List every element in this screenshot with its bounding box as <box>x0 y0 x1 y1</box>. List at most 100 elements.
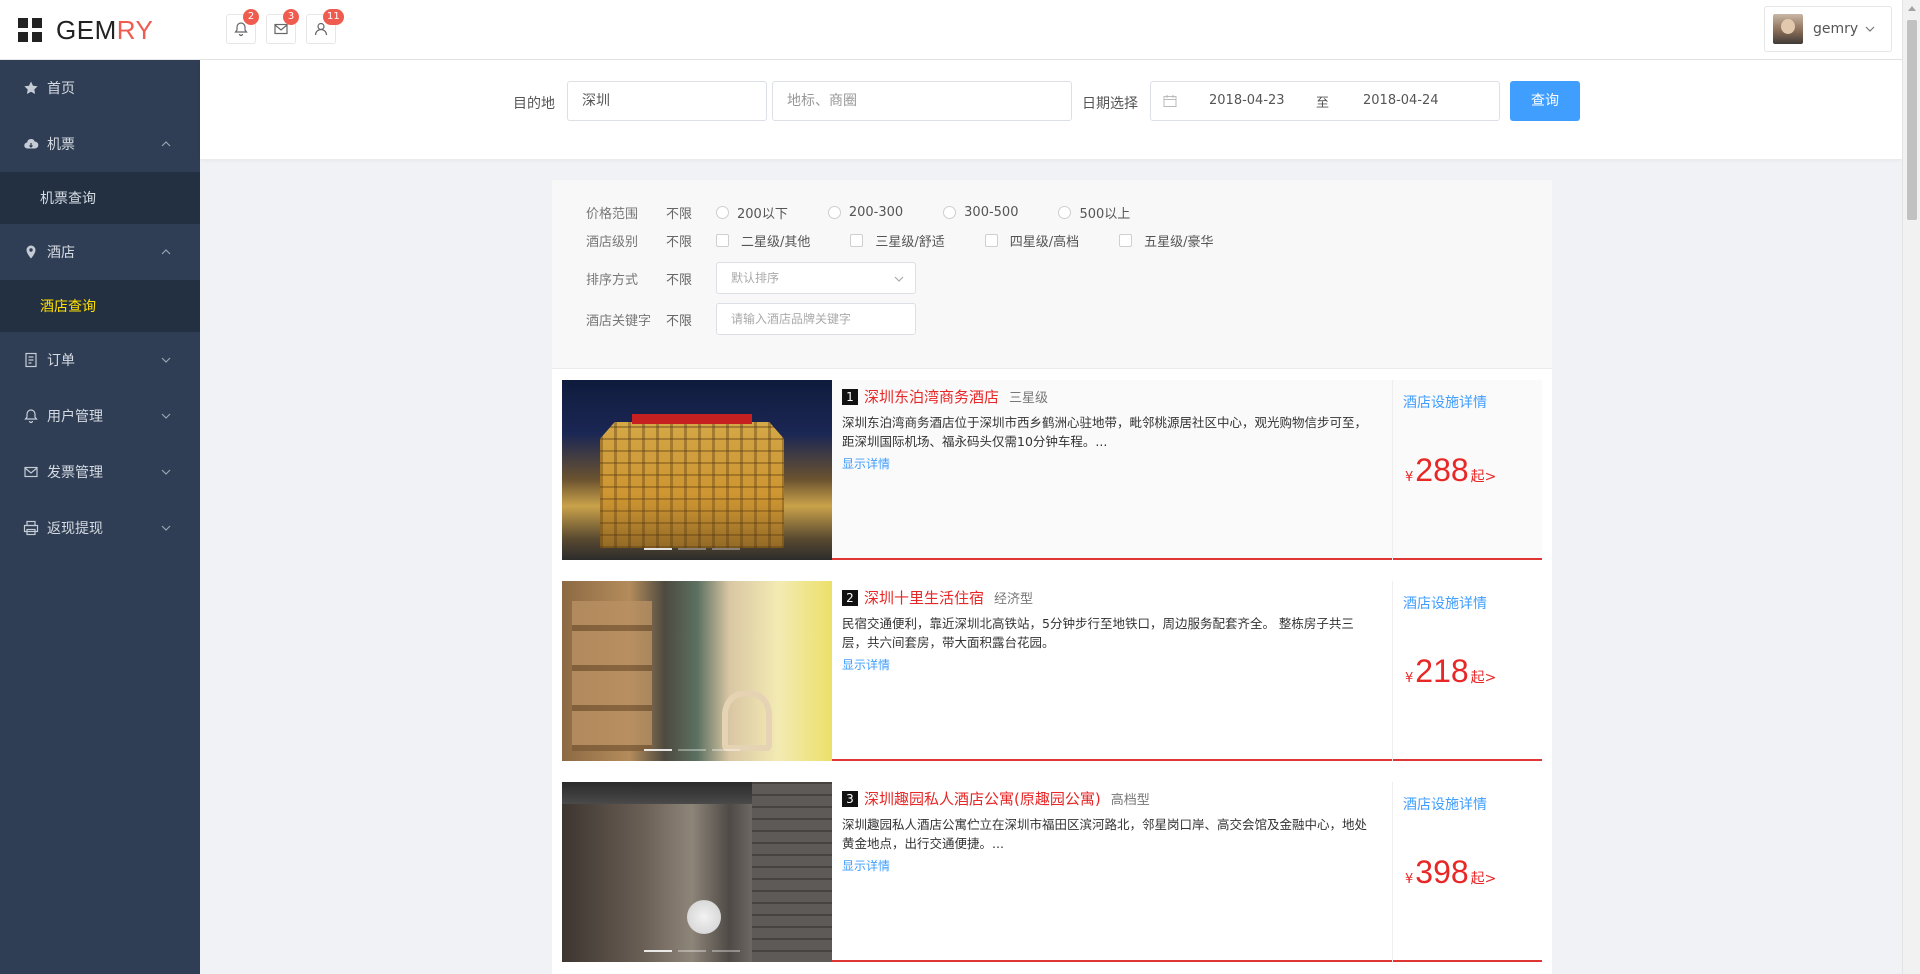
price-filter-any[interactable]: 不限 <box>666 203 716 222</box>
hotel-info: 2 深圳十里生活住宿 经济型 民宿交通便利，靠近深圳北高铁站，5分钟步行至地铁口… <box>842 587 1382 673</box>
hotel-facilities-link[interactable]: 酒店设施详情 <box>1403 392 1487 412</box>
sidebar-item-flights[interactable]: 机票 <box>0 116 200 172</box>
carousel-indicator[interactable] <box>644 548 746 550</box>
hotel-title: 1 深圳东泊湾商务酒店 三星级 <box>842 386 1382 407</box>
checkbox[interactable] <box>716 233 729 247</box>
price-option[interactable]: 500以上 <box>1058 203 1130 222</box>
currency-symbol: ¥ <box>1405 872 1414 887</box>
destination-input[interactable]: 深圳 <box>567 81 767 121</box>
hotel-price[interactable]: ¥ 218 起> <box>1405 653 1496 690</box>
level-filter-any[interactable]: 不限 <box>666 231 716 250</box>
sidebar-item-label: 订单 <box>47 353 75 369</box>
users-badge: 11 <box>323 9 344 25</box>
hotel-price[interactable]: ¥ 288 起> <box>1405 452 1496 489</box>
price-option[interactable]: 200以下 <box>716 203 788 222</box>
sidebar-item-hotels[interactable]: 酒店 <box>0 224 200 280</box>
sidebar-item-invoice-management[interactable]: 发票管理 <box>0 444 200 500</box>
printer-icon <box>23 520 39 536</box>
currency-symbol: ¥ <box>1405 671 1414 686</box>
date-range-picker[interactable]: 2018-04-23 至 2018-04-24 <box>1150 81 1500 121</box>
date-label: 日期选择 <box>1082 96 1138 112</box>
logo[interactable]: GEMRY <box>18 14 153 46</box>
landmark-input[interactable]: 地标、商圈 <box>772 81 1072 121</box>
chevron-down-icon <box>161 469 171 475</box>
level-option[interactable]: 五星级/豪华 <box>1119 231 1214 250</box>
notification-bell-button[interactable]: 2 <box>226 9 259 44</box>
hotel-photo[interactable] <box>562 581 832 761</box>
sidebar-item-home[interactable]: 首页 <box>0 60 200 116</box>
top-header: GEMRY 2 3 11 gemry <box>0 0 1902 60</box>
checkbox[interactable] <box>1119 233 1133 247</box>
hotel-name-link[interactable]: 深圳趣园私人酒店公寓(原趣园公寓) <box>864 788 1101 809</box>
hotel-photo[interactable] <box>562 380 832 560</box>
sort-filter-row: 排序方式 不限 默认排序 <box>586 262 916 294</box>
hotel-list-item[interactable]: 1 深圳东泊湾商务酒店 三星级 深圳东泊湾商务酒店位于深圳市西乡鹤洲心驻地带，毗… <box>562 380 1542 560</box>
chevron-down-icon <box>161 357 171 363</box>
price-from: 起> <box>1470 670 1497 686</box>
sidebar-subitem-flight-search[interactable]: 机票查询 <box>0 172 200 224</box>
level-option[interactable]: 二星级/其他 <box>716 231 810 250</box>
sidebar-item-label: 首页 <box>47 81 75 97</box>
radio-button[interactable] <box>827 205 841 219</box>
hotel-title: 2 深圳十里生活住宿 经济型 <box>842 587 1382 608</box>
calendar-icon <box>1163 95 1177 107</box>
price-option[interactable]: 300-500 <box>943 205 1018 220</box>
sidebar-subitem-hotel-search[interactable]: 酒店查询 <box>0 280 200 332</box>
show-details-link[interactable]: 显示详情 <box>842 656 1382 673</box>
notification-badge: 2 <box>243 9 259 25</box>
checkbox[interactable] <box>850 233 864 247</box>
hotel-name-link[interactable]: 深圳东泊湾商务酒店 <box>864 386 999 407</box>
show-details-link[interactable]: 显示详情 <box>842 455 1382 472</box>
level-filter-row: 酒店级别 不限 二星级/其他 三星级/舒适 四星级/高档 五星级/豪华 <box>586 229 1254 251</box>
hotel-rank: 2 <box>842 589 858 606</box>
keyword-input[interactable]: 请输入酒店品牌关键字 <box>716 303 916 335</box>
chevron-down-icon <box>894 276 904 282</box>
hotel-name-link[interactable]: 深圳十里生活住宿 <box>864 587 984 608</box>
show-details-link[interactable]: 显示详情 <box>842 857 1382 874</box>
level-option[interactable]: 三星级/舒适 <box>850 231 945 250</box>
users-button[interactable]: 11 <box>306 9 344 44</box>
sidebar-item-cashback[interactable]: 返现提现 <box>0 500 200 556</box>
hotel-level: 高档型 <box>1110 793 1150 808</box>
price-filter-row: 价格范围 不限 200以下 200-300 300-500 500以上 <box>586 201 1170 223</box>
keyword-filter-row: 酒店关键字 不限 请输入酒店品牌关键字 <box>586 303 916 335</box>
price-filter-label: 价格范围 <box>586 206 639 222</box>
chevron-down-icon <box>161 525 171 531</box>
hotel-list-item[interactable]: 3 深圳趣园私人酒店公寓(原趣园公寓) 高档型 深圳趣园私人酒店公寓伫立在深圳市… <box>562 782 1542 962</box>
radio-button[interactable] <box>943 205 957 219</box>
hotel-list-item[interactable]: 2 深圳十里生活住宿 经济型 民宿交通便利，靠近深圳北高铁站，5分钟步行至地铁口… <box>562 581 1542 761</box>
hotel-facilities-link[interactable]: 酒店设施详情 <box>1403 593 1487 613</box>
price-option[interactable]: 200-300 <box>827 205 903 220</box>
sidebar-subitem-label: 酒店查询 <box>40 299 96 315</box>
query-button[interactable]: 查询 <box>1510 81 1580 121</box>
currency-symbol: ¥ <box>1405 470 1414 485</box>
page-scrollbar[interactable] <box>1902 0 1920 974</box>
sort-select[interactable]: 默认排序 <box>716 262 916 294</box>
price-from: 起> <box>1470 469 1497 485</box>
hotel-facilities-link[interactable]: 酒店设施详情 <box>1403 794 1487 814</box>
radio-button[interactable] <box>716 205 729 219</box>
hotel-description: 民宿交通便利，靠近深圳北高铁站，5分钟步行至地铁口，周边服务配套齐全。 整栋房子… <box>842 616 1354 650</box>
carousel-indicator[interactable] <box>644 950 746 952</box>
destination-label: 目的地 <box>513 96 555 112</box>
level-option[interactable]: 四星级/高档 <box>984 231 1079 250</box>
messages-badge: 3 <box>283 9 299 25</box>
user-menu[interactable]: gemry <box>1764 6 1892 52</box>
keyword-any[interactable]: 不限 <box>666 310 716 329</box>
checkbox[interactable] <box>984 233 998 247</box>
grid-menu-icon[interactable] <box>18 18 42 42</box>
date-start[interactable]: 2018-04-23 <box>1209 93 1285 108</box>
hotel-photo[interactable] <box>562 782 832 962</box>
scrollbar-thumb[interactable] <box>1907 20 1917 220</box>
carousel-indicator[interactable] <box>644 749 746 751</box>
hotel-price[interactable]: ¥ 398 起> <box>1405 854 1496 891</box>
header-notification-icons: 2 3 11 <box>226 9 346 44</box>
messages-button[interactable]: 3 <box>266 9 299 44</box>
sidebar-item-orders[interactable]: 订单 <box>0 332 200 388</box>
scroll-up-arrow-icon[interactable] <box>1908 6 1916 11</box>
radio-button[interactable] <box>1058 205 1072 219</box>
date-end[interactable]: 2018-04-24 <box>1363 93 1439 108</box>
sort-any[interactable]: 不限 <box>666 269 716 288</box>
sidebar-item-user-management[interactable]: 用户管理 <box>0 388 200 444</box>
star-icon <box>24 81 38 94</box>
